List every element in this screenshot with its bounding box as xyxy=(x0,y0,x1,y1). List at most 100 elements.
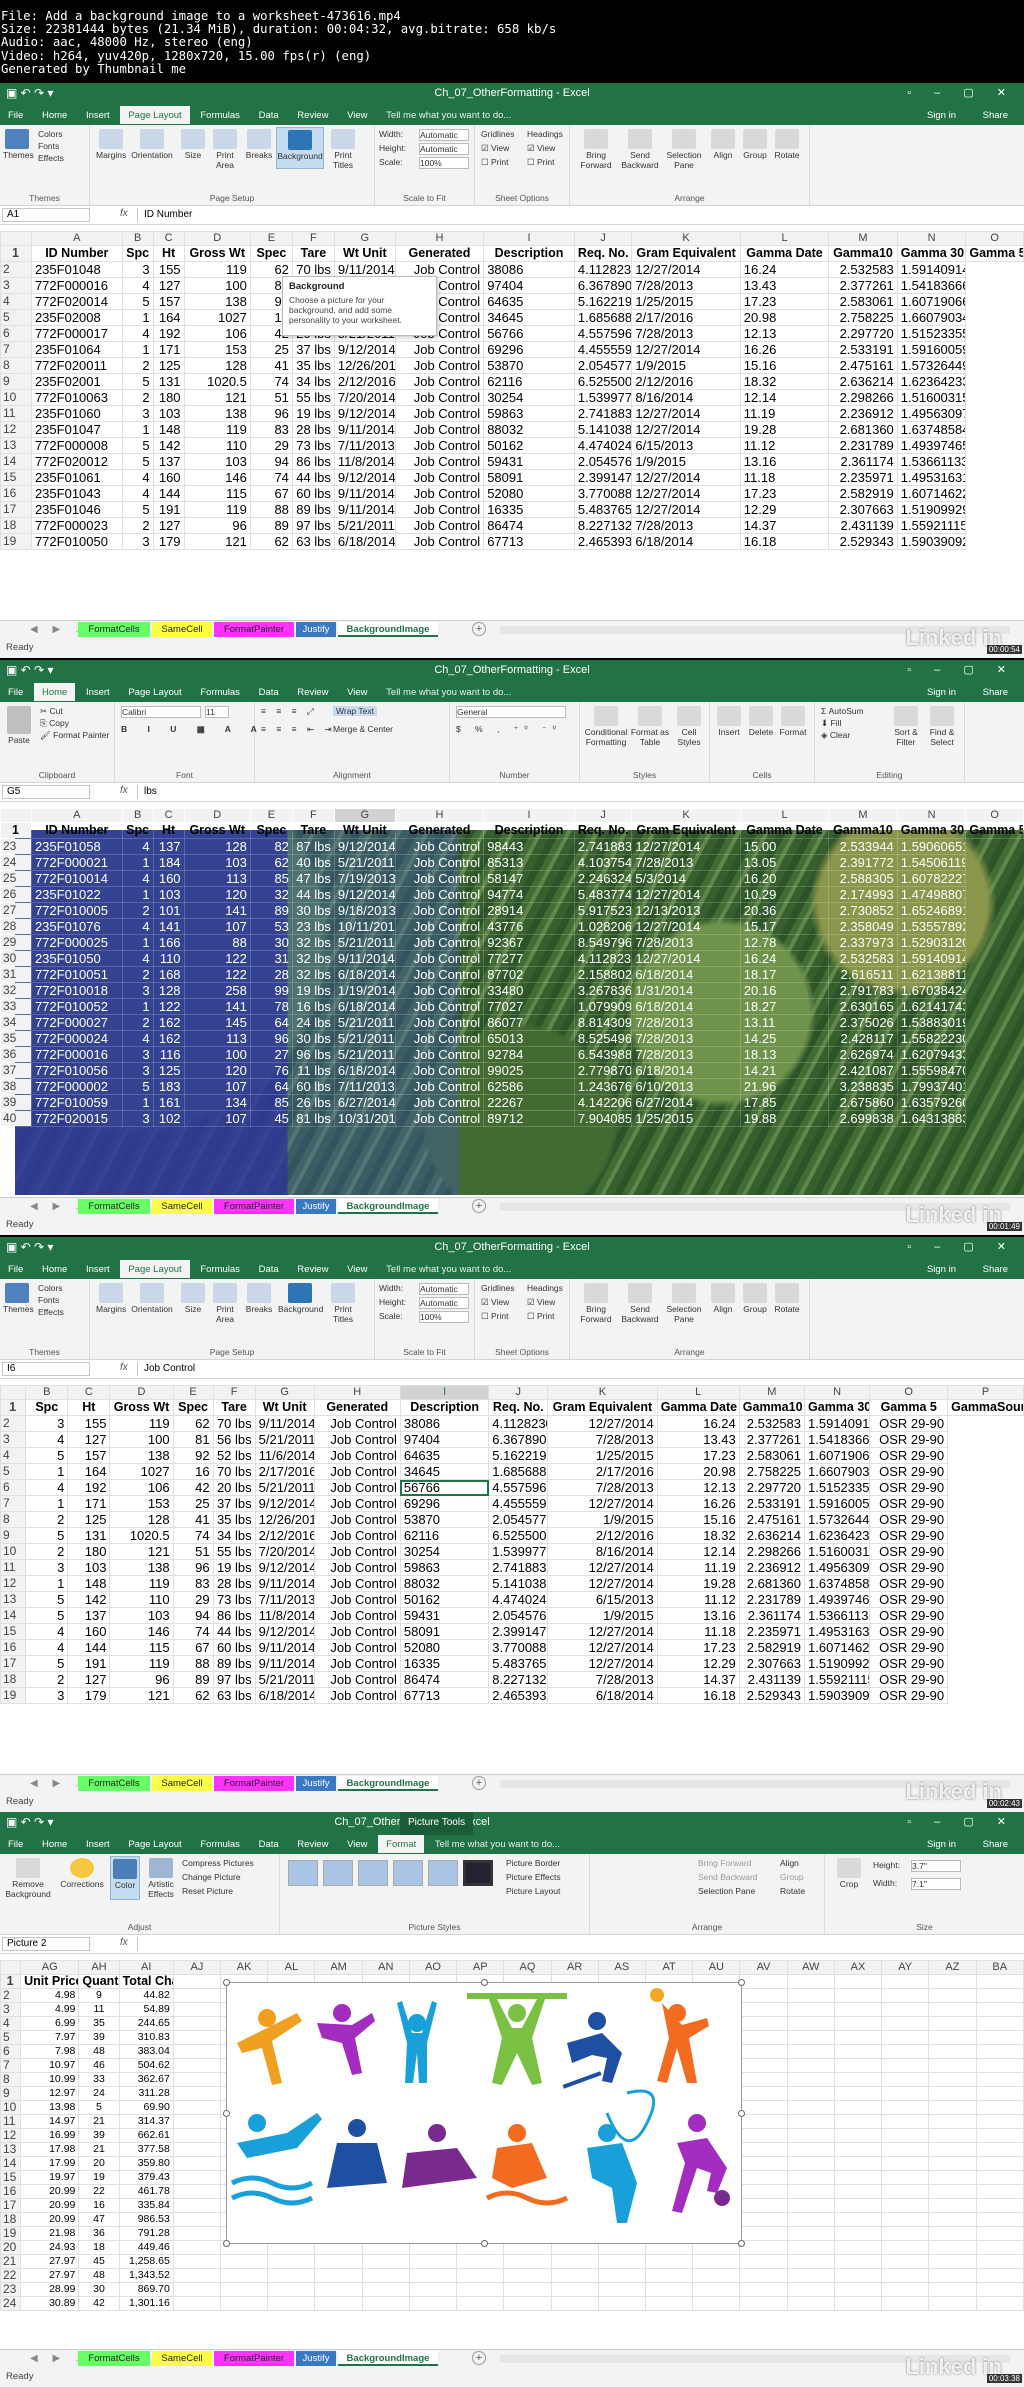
cell[interactable] xyxy=(456,2282,505,2297)
cell[interactable]: 55 lbs xyxy=(212,1543,256,1560)
cell[interactable]: 1.60719066 xyxy=(896,293,967,310)
row-header[interactable]: 40 xyxy=(0,1110,32,1127)
cell[interactable]: 1.62141743 xyxy=(896,998,967,1015)
cell[interactable]: 42 xyxy=(172,1479,214,1496)
cell[interactable]: 11 xyxy=(78,2002,120,2017)
margins-button[interactable]: Margins xyxy=(96,1283,126,1315)
cell[interactable]: 335.84 xyxy=(118,2198,174,2213)
cell[interactable] xyxy=(172,2226,222,2241)
fill-button[interactable]: ⬇ Fill xyxy=(821,718,841,729)
cell[interactable]: 78 xyxy=(249,998,293,1015)
cell[interactable]: 92367 xyxy=(483,934,575,951)
cell[interactable]: 2.630165 xyxy=(828,998,898,1015)
cell[interactable]: 62 xyxy=(172,1415,214,1432)
row-header[interactable]: 27 xyxy=(0,902,32,919)
cell[interactable] xyxy=(881,2128,930,2143)
cell[interactable]: 192 xyxy=(67,1479,111,1496)
cell[interactable]: 27 xyxy=(249,1046,293,1063)
cell[interactable] xyxy=(172,2212,222,2227)
cell[interactable]: 2.74188300E-02 xyxy=(573,838,633,855)
cell[interactable]: 18.13 xyxy=(739,1046,830,1063)
cell[interactable]: 19.28 xyxy=(739,421,830,438)
cell[interactable]: 5/21/2011 xyxy=(254,1479,315,1496)
column-header[interactable]: H xyxy=(313,1385,401,1400)
sheet-tab-justify[interactable]: Justify xyxy=(296,1776,336,1791)
cell[interactable] xyxy=(739,2114,788,2129)
cell[interactable]: 26 lbs xyxy=(291,1094,335,1111)
header-cell[interactable]: Description xyxy=(483,245,575,262)
cell[interactable]: 44 lbs xyxy=(291,469,335,486)
cell[interactable]: 144 xyxy=(152,485,185,502)
cell[interactable]: 142 xyxy=(67,1591,111,1608)
cell[interactable] xyxy=(975,2142,1024,2157)
sign-in-link[interactable]: Sign in xyxy=(919,1835,964,1853)
column-header[interactable]: AT xyxy=(644,1960,694,1975)
column-header[interactable]: AL xyxy=(267,1960,316,1975)
sheet-tab-justify[interactable]: Justify xyxy=(296,622,336,637)
cell[interactable]: OSR 29-90 xyxy=(869,1527,949,1544)
cell[interactable]: 6/18/2014 xyxy=(631,533,741,550)
tab-home[interactable]: Home xyxy=(33,683,76,701)
cell[interactable]: 11.18 xyxy=(656,1623,740,1640)
cell[interactable]: 86 lbs xyxy=(291,453,335,470)
cell[interactable]: 12/27/2014 xyxy=(547,1639,658,1656)
cell[interactable]: 772F010051 xyxy=(30,966,123,983)
cell[interactable]: 81 xyxy=(172,1431,214,1448)
scale-input[interactable]: 100% xyxy=(419,157,469,169)
cell[interactable] xyxy=(220,2282,269,2297)
cell[interactable]: 3 xyxy=(121,405,154,422)
conditional-formatting-button[interactable]: Conditional Formatting xyxy=(584,706,628,747)
cell[interactable]: 2.475161 xyxy=(738,1511,806,1528)
height-select[interactable]: Automatic xyxy=(419,143,469,155)
cell[interactable]: 1.59140914 xyxy=(804,1415,871,1432)
cell[interactable]: 67 xyxy=(249,485,293,502)
cell[interactable]: 772F010018 xyxy=(30,982,123,999)
cell[interactable] xyxy=(881,2198,930,2213)
cell[interactable]: 6/18/2014 xyxy=(254,1687,315,1704)
sheet-tab-samecell[interactable]: SameCell xyxy=(152,2351,212,2366)
cell[interactable]: 8.22713200E-02 xyxy=(488,1671,549,1688)
cell[interactable]: 2.675860 xyxy=(828,1094,898,1111)
cell[interactable]: 69296 xyxy=(399,1495,490,1512)
cell[interactable]: 2.39914700E-02 xyxy=(573,469,633,486)
cell[interactable]: 110 xyxy=(183,437,251,454)
cell[interactable]: 34645 xyxy=(483,309,575,326)
cell[interactable]: 89 lbs xyxy=(291,501,335,518)
cell[interactable]: 1.54183666 xyxy=(896,277,967,294)
cell[interactable]: 73 lbs xyxy=(212,1591,256,1608)
cell[interactable]: 157 xyxy=(67,1447,111,1464)
cell[interactable]: Job Control xyxy=(394,886,485,903)
cell[interactable]: 137 xyxy=(152,453,185,470)
cell[interactable]: 2.475161 xyxy=(828,357,898,374)
resize-handle[interactable] xyxy=(481,1979,488,1986)
cell[interactable]: 51 xyxy=(172,1543,214,1560)
cell[interactable] xyxy=(786,2016,835,2031)
header-cell[interactable]: Gross Wt xyxy=(183,822,251,839)
fonts-button[interactable]: Fonts xyxy=(38,141,59,151)
cell[interactable]: 19 lbs xyxy=(212,1559,256,1576)
selection-pane-button[interactable]: Selection Pane xyxy=(698,1886,755,1896)
cell[interactable]: 103 xyxy=(152,886,185,903)
cell[interactable] xyxy=(739,2016,788,2031)
column-header[interactable]: M xyxy=(828,808,898,823)
cell[interactable]: 1.54506119 xyxy=(896,854,967,871)
cell[interactable]: 2/17/2016 xyxy=(254,1463,315,1480)
cell[interactable] xyxy=(786,2058,835,2073)
cell[interactable]: 160 xyxy=(67,1623,111,1640)
row-header[interactable]: 24 xyxy=(0,854,32,871)
cell[interactable]: 120 xyxy=(183,1062,251,1079)
cell[interactable] xyxy=(975,2212,1024,2227)
cell[interactable]: 2.297720 xyxy=(828,325,898,342)
cell[interactable]: 986.53 xyxy=(118,2212,174,2227)
cell[interactable]: 2.77987000E-02 xyxy=(573,1062,633,1079)
cell[interactable]: 47 xyxy=(78,2212,120,2227)
cell[interactable]: Job Control xyxy=(313,1543,401,1560)
column-header[interactable]: L xyxy=(656,1385,740,1400)
cell[interactable]: 2.361174 xyxy=(828,453,898,470)
cell[interactable]: 20.98 xyxy=(739,309,830,326)
cell[interactable] xyxy=(786,1974,835,1989)
column-header[interactable]: AG xyxy=(20,1960,80,1975)
cell[interactable]: 116 xyxy=(152,1046,185,1063)
cell[interactable]: 2.231789 xyxy=(828,437,898,454)
cell[interactable] xyxy=(881,2086,930,2101)
